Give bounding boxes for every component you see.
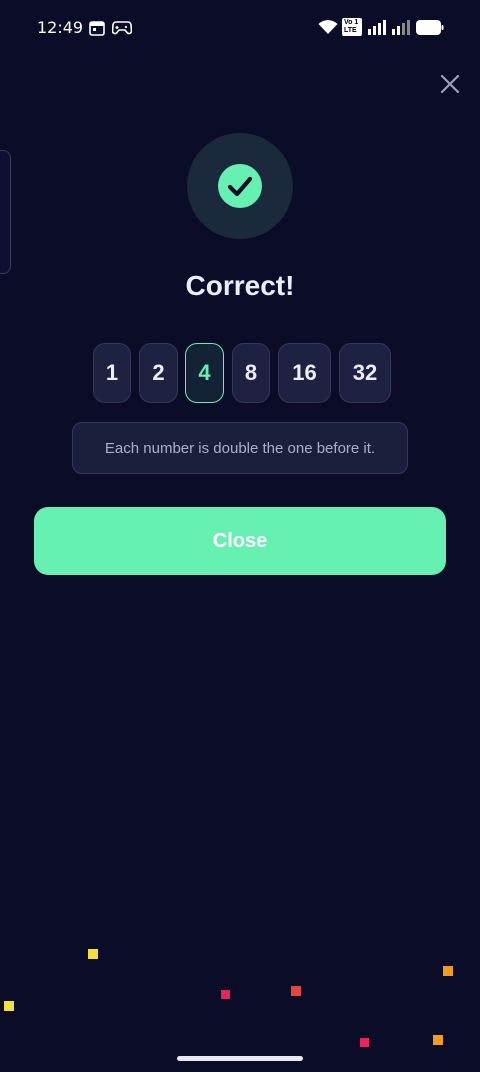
calendar-icon <box>89 20 105 41</box>
status-bar: 12:49 Vo 1 LTE <box>0 0 480 56</box>
sequence-tile: 16 <box>278 343 331 403</box>
success-badge <box>187 133 293 239</box>
status-time: 12:49 <box>37 18 84 37</box>
volte-icon: Vo 1 LTE <box>342 18 362 36</box>
result-title: Correct! <box>185 270 295 301</box>
checkmark-icon <box>218 164 262 208</box>
sequence-tile: 8 <box>232 343 270 403</box>
wifi-icon <box>318 19 338 40</box>
confetti-piece <box>433 1035 443 1045</box>
sequence-tile: 32 <box>339 343 391 403</box>
sequence-tile-answer: 4 <box>185 343 224 403</box>
sequence-tile: 1 <box>93 343 131 403</box>
explanation-box: Each number is double the one before it. <box>72 422 408 474</box>
sequence-tile: 2 <box>139 343 178 403</box>
confetti-piece <box>360 1038 369 1047</box>
battery-icon <box>416 20 444 40</box>
confetti-piece <box>221 990 230 999</box>
close-icon[interactable] <box>438 72 462 96</box>
confetti-piece <box>4 1001 14 1011</box>
confetti-piece <box>88 949 98 959</box>
signal-icon <box>368 20 388 41</box>
gamepad-icon <box>111 21 133 40</box>
side-handle[interactable] <box>0 150 11 274</box>
home-indicator[interactable] <box>177 1056 303 1061</box>
confetti-piece <box>443 966 453 976</box>
signal-weak-icon <box>392 20 412 41</box>
confetti-piece <box>291 986 301 996</box>
close-button[interactable]: Close <box>34 507 446 575</box>
